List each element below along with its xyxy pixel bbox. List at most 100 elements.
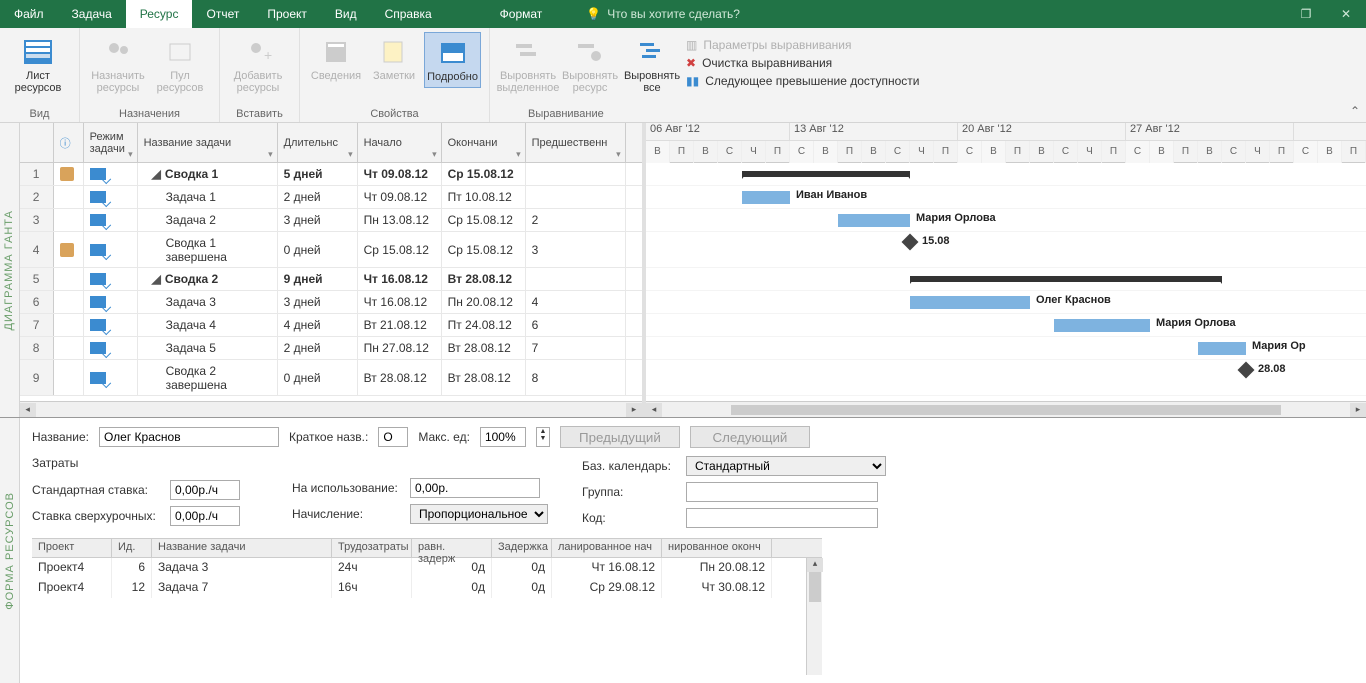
pred-cell[interactable]: 7 bbox=[526, 337, 626, 359]
name-cell[interactable]: Задача 2 bbox=[138, 209, 278, 231]
tell-me[interactable]: 💡 Что вы хотите сделать? bbox=[586, 7, 740, 21]
finish-cell[interactable]: Ср 15.08.12 bbox=[442, 209, 526, 231]
menu-file[interactable]: Файл bbox=[0, 0, 58, 28]
taskmode-cell[interactable] bbox=[84, 360, 138, 395]
name-cell[interactable]: Задача 5 bbox=[138, 337, 278, 359]
start-cell[interactable]: Чт 09.08.12 bbox=[358, 186, 442, 208]
taskmode-cell[interactable] bbox=[84, 232, 138, 267]
task-row[interactable]: 9Сводка 2 завершена0 днейВт 28.08.12Вт 2… bbox=[20, 360, 642, 396]
scroll-left-icon[interactable]: ◂ bbox=[20, 403, 36, 417]
indicators-cell[interactable] bbox=[54, 337, 84, 359]
start-cell[interactable]: Чт 09.08.12 bbox=[358, 163, 442, 185]
next-overallocation-link[interactable]: ▮▮Следующее превышение доступности bbox=[686, 74, 920, 88]
indicators-cell[interactable] bbox=[54, 314, 84, 336]
previous-button[interactable]: Предыдущий bbox=[560, 426, 680, 448]
pred-cell[interactable] bbox=[526, 163, 626, 185]
task-hscroll[interactable]: ◂ ▸ bbox=[20, 401, 642, 417]
gantt-vertical-label[interactable]: ДИАГРАММА ГАНТА bbox=[0, 123, 20, 417]
acol-levdelay[interactable]: равн. задерж bbox=[412, 539, 492, 557]
acol-name[interactable]: Название задачи bbox=[152, 539, 332, 557]
start-cell[interactable]: Пн 27.08.12 bbox=[358, 337, 442, 359]
start-cell[interactable]: Вт 28.08.12 bbox=[358, 360, 442, 395]
duration-cell[interactable]: 3 дней bbox=[278, 291, 358, 313]
duration-cell[interactable]: 4 дней bbox=[278, 314, 358, 336]
pred-cell[interactable]: 4 bbox=[526, 291, 626, 313]
form-vertical-label[interactable]: ФОРМА РЕСУРСОВ bbox=[0, 418, 20, 683]
name-cell[interactable]: Задача 4 bbox=[138, 314, 278, 336]
task-bar[interactable] bbox=[1054, 319, 1150, 332]
short-field[interactable] bbox=[378, 427, 408, 447]
row-number[interactable]: 8 bbox=[20, 337, 54, 359]
duration-cell[interactable]: 2 дней bbox=[278, 186, 358, 208]
calendar-select[interactable]: Стандартный bbox=[686, 456, 886, 476]
ovt-rate-field[interactable] bbox=[170, 506, 240, 526]
information-button[interactable]: Сведения bbox=[308, 32, 364, 88]
taskmode-cell[interactable] bbox=[84, 209, 138, 231]
row-number[interactable]: 1 bbox=[20, 163, 54, 185]
start-cell[interactable]: Вт 21.08.12 bbox=[358, 314, 442, 336]
task-row[interactable]: 8 Задача 52 днейПн 27.08.12Вт 28.08.127 bbox=[20, 337, 642, 360]
col-finish[interactable]: Окончани▾ bbox=[442, 123, 526, 162]
acol-plannedend[interactable]: нированное оконч bbox=[662, 539, 772, 557]
group-field[interactable] bbox=[686, 482, 878, 502]
menu-report[interactable]: Отчет bbox=[192, 0, 253, 28]
pred-cell[interactable]: 2 bbox=[526, 209, 626, 231]
task-row[interactable]: 5◢Сводка 29 днейЧт 16.08.12Вт 28.08.12 bbox=[20, 268, 642, 291]
finish-cell[interactable]: Вт 28.08.12 bbox=[442, 337, 526, 359]
row-number[interactable]: 7 bbox=[20, 314, 54, 336]
task-bar[interactable] bbox=[1198, 342, 1246, 355]
name-cell[interactable]: ◢Сводка 1 bbox=[138, 163, 278, 185]
per-use-field[interactable] bbox=[410, 478, 540, 498]
pred-cell[interactable] bbox=[526, 268, 626, 290]
finish-cell[interactable]: Пт 10.08.12 bbox=[442, 186, 526, 208]
gantt-body[interactable]: Иван ИвановМария Орлова15.08Олег Краснов… bbox=[646, 163, 1366, 417]
row-number[interactable]: 9 bbox=[20, 360, 54, 395]
collapse-icon[interactable]: ◢ bbox=[152, 272, 161, 286]
name-cell[interactable]: ◢Сводка 2 bbox=[138, 268, 278, 290]
pred-cell[interactable]: 3 bbox=[526, 232, 626, 267]
resource-pool-button[interactable]: Пул ресурсов bbox=[150, 32, 210, 98]
task-row[interactable]: 6Задача 33 днейЧт 16.08.12Пн 20.08.124 bbox=[20, 291, 642, 314]
indicators-cell[interactable] bbox=[54, 360, 84, 395]
menu-format[interactable]: Формат bbox=[486, 0, 557, 28]
scroll-left-icon[interactable]: ◂ bbox=[646, 403, 662, 417]
indicators-cell[interactable] bbox=[54, 209, 84, 231]
collapse-icon[interactable]: ◢ bbox=[152, 167, 161, 181]
row-number[interactable]: 2 bbox=[20, 186, 54, 208]
name-cell[interactable]: Сводка 2 завершена bbox=[138, 360, 278, 395]
indicators-cell[interactable] bbox=[54, 291, 84, 313]
finish-cell[interactable]: Пн 20.08.12 bbox=[442, 291, 526, 313]
menu-task[interactable]: Задача bbox=[58, 0, 126, 28]
start-cell[interactable]: Чт 16.08.12 bbox=[358, 268, 442, 290]
window-close-icon[interactable]: ✕ bbox=[1326, 0, 1366, 28]
milestone-icon[interactable] bbox=[902, 234, 919, 251]
taskmode-cell[interactable] bbox=[84, 337, 138, 359]
task-row[interactable]: 4Сводка 1 завершена0 днейСр 15.08.12Ср 1… bbox=[20, 232, 642, 268]
scroll-right-icon[interactable]: ▸ bbox=[1350, 403, 1366, 417]
scroll-right-icon[interactable]: ▸ bbox=[626, 403, 642, 417]
name-cell[interactable]: Задача 1 bbox=[138, 186, 278, 208]
acol-delay[interactable]: Задержка bbox=[492, 539, 552, 557]
acol-work[interactable]: Трудозатраты bbox=[332, 539, 412, 557]
name-cell[interactable]: Сводка 1 завершена bbox=[138, 232, 278, 267]
details-button[interactable]: Подробно bbox=[424, 32, 481, 88]
acol-project[interactable]: Проект bbox=[32, 539, 112, 557]
duration-cell[interactable]: 3 дней bbox=[278, 209, 358, 231]
col-start[interactable]: Начало▾ bbox=[358, 123, 442, 162]
indicators-cell[interactable] bbox=[54, 268, 84, 290]
indicators-cell[interactable] bbox=[54, 163, 84, 185]
add-resources-button[interactable]: + Добавить ресурсы bbox=[228, 32, 288, 98]
indicators-cell[interactable] bbox=[54, 232, 84, 267]
std-rate-field[interactable] bbox=[170, 480, 240, 500]
finish-cell[interactable]: Пт 24.08.12 bbox=[442, 314, 526, 336]
start-cell[interactable]: Чт 16.08.12 bbox=[358, 291, 442, 313]
scroll-thumb[interactable] bbox=[809, 572, 821, 602]
duration-cell[interactable]: 2 дней bbox=[278, 337, 358, 359]
acol-id[interactable]: Ид. bbox=[112, 539, 152, 557]
max-field[interactable] bbox=[480, 427, 526, 447]
finish-cell[interactable]: Вт 28.08.12 bbox=[442, 268, 526, 290]
duration-cell[interactable]: 9 дней bbox=[278, 268, 358, 290]
level-selection-button[interactable]: Выровнять выделенное bbox=[498, 32, 558, 98]
task-bar[interactable] bbox=[910, 296, 1030, 309]
name-cell[interactable]: Задача 3 bbox=[138, 291, 278, 313]
